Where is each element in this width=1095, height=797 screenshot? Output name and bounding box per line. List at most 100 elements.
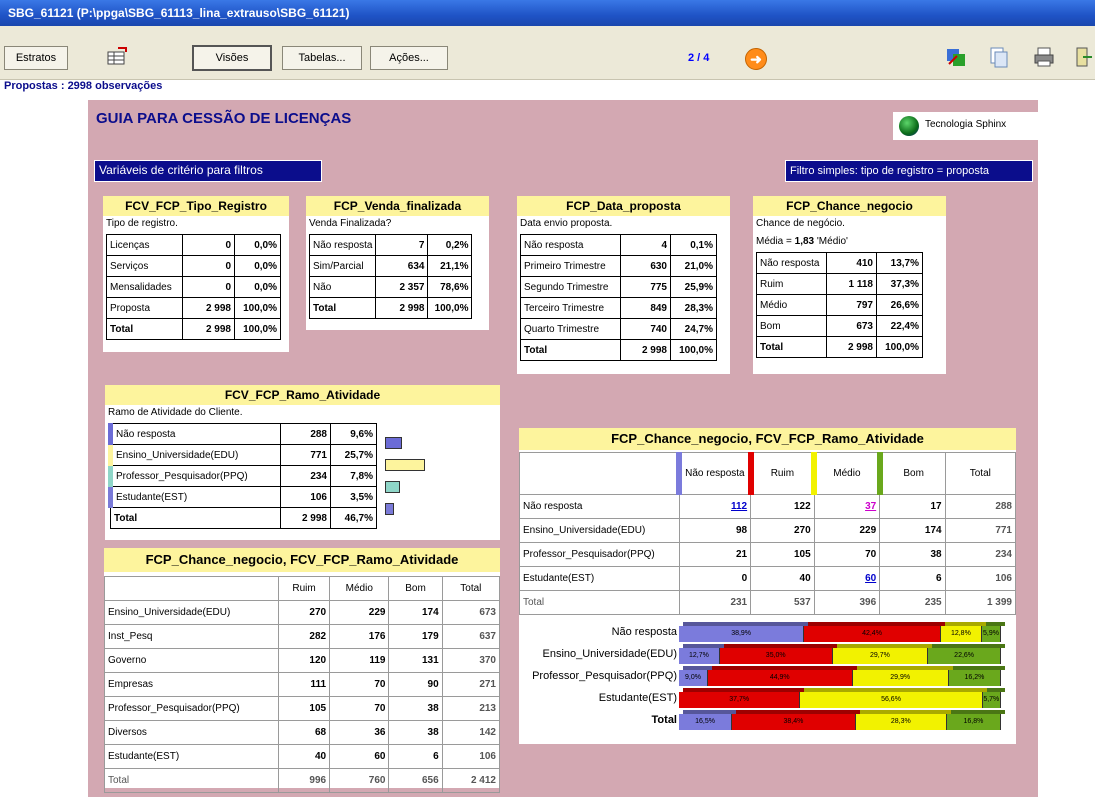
next-page-icon[interactable]: ➜ <box>745 48 767 70</box>
table-row: Segundo Trimestre 775 25,9% <box>520 276 717 298</box>
ramo-bar <box>385 503 394 515</box>
panel-title: FCP_Chance_negocio <box>753 196 946 216</box>
table-cell: 174 <box>388 600 443 625</box>
table-row: Empresas 111 70 90 271 <box>104 672 501 697</box>
table-cell: 4 <box>620 234 671 256</box>
table-cell: 634 <box>375 255 429 277</box>
bar-segment-top <box>736 710 860 714</box>
table-cell: Diversos <box>104 720 279 745</box>
table-cell: 234 <box>944 542 1017 567</box>
copy-icon[interactable] <box>988 46 1010 68</box>
table-cell: 0,0% <box>234 255 281 277</box>
table-cell: 78,6% <box>427 276 473 298</box>
cell-value: 0 <box>741 573 748 584</box>
table-cell: 142 <box>441 720 501 745</box>
cell-value: 105 <box>793 549 811 560</box>
ramo-bar <box>385 437 403 449</box>
table-cell: 24,7% <box>670 318 717 340</box>
table-cell: 60 <box>329 744 390 769</box>
observations-count: Propostas : 2998 observações <box>4 80 163 92</box>
cell-value: Não resposta <box>523 501 583 512</box>
bar-segment: 9,0% <box>679 670 708 686</box>
filter-label: Filtro simples: tipo de registro = propo… <box>785 160 1033 182</box>
table-cell: 231 <box>678 590 752 615</box>
table-cell: 17 <box>879 494 946 519</box>
table-cell: Licenças <box>106 234 183 256</box>
table-cell: 213 <box>441 696 501 721</box>
table-cell: Total <box>106 318 183 340</box>
column-header: Não resposta <box>676 452 752 495</box>
table-cell: Primeiro Trimestre <box>520 255 621 277</box>
table-cell: 70 <box>813 542 881 567</box>
table-cell: 0 <box>678 566 752 591</box>
bar-segment-top <box>683 644 724 648</box>
page-title: GUIA PARA CESSÃO DE LICENÇAS <box>96 110 352 127</box>
cell-value: 537 <box>793 597 811 608</box>
exit-icon[interactable] <box>1075 46 1093 68</box>
bar-segment-top <box>856 666 953 670</box>
table-cell: 0,0% <box>234 234 281 256</box>
cell-value[interactable]: 60 <box>865 573 876 584</box>
table-row: Total 2 998 100,0% <box>520 339 717 361</box>
table-cell: Estudante(EST) <box>519 566 680 591</box>
table-cell: 229 <box>329 600 390 625</box>
acoes-button[interactable]: Ações... <box>370 46 448 70</box>
mean-line: Média = 1,83 'Médio' <box>756 236 848 247</box>
bar-segment: 16,5% <box>679 714 733 730</box>
table-cell: 131 <box>388 648 443 673</box>
bar-segment-top <box>950 710 1005 714</box>
table-cell: Ruim <box>756 273 827 295</box>
table-cell: 396 <box>813 590 881 615</box>
criteria-label: Variáveis de critério para filtros <box>94 160 322 182</box>
table-cell: Serviços <box>106 255 183 277</box>
column-header: Ruim <box>747 452 815 495</box>
bar-segment: 56,6% <box>800 692 983 708</box>
table-cell: Total <box>756 336 827 358</box>
cell-value: 288 <box>995 501 1012 512</box>
table-cell: 22,4% <box>876 315 923 337</box>
table-cell: 40 <box>750 566 815 591</box>
cell-value[interactable]: 112 <box>731 501 747 512</box>
tabelas-button[interactable]: Tabelas... <box>282 46 362 70</box>
table-cell: 21,0% <box>670 255 717 277</box>
print-icon[interactable] <box>1033 46 1055 68</box>
bar-segment-top <box>723 644 837 648</box>
grid-edit-icon[interactable] <box>106 46 128 68</box>
bar-segment: 28,3% <box>855 714 947 730</box>
table-cell: 282 <box>277 624 331 649</box>
table-cell: Professor_Pesquisador(PPQ) <box>519 542 680 567</box>
table-cell: 70 <box>329 696 390 721</box>
export-icon[interactable] <box>945 46 967 68</box>
ramo-bar <box>385 481 400 493</box>
panel-title: FCP_Chance_negocio, FCV_FCP_Ramo_Ativida… <box>519 428 1016 450</box>
table-cell: 106 <box>280 486 331 508</box>
frequency-table: Licenças 0 0,0% Serviços 0 0,0% Mensalidades 0 0… <box>106 234 281 340</box>
estratos-button[interactable]: Estratos <box>4 46 68 70</box>
table-cell: Ensino_Universidade(EDU) <box>108 444 281 466</box>
table-cell: 537 <box>750 590 815 615</box>
table-row: Ensino_Universidade(EDU) 771 25,7% <box>108 444 377 466</box>
crosstab-table: Não resposta Ruim Médio Bom Total Não respost… <box>519 452 1017 615</box>
table-cell: 849 <box>620 297 671 319</box>
cell-value: 106 <box>995 573 1012 584</box>
table-cell: Total <box>308 297 377 319</box>
bar-label: Professor_Pesquisador(PPQ) <box>532 670 677 682</box>
stacked-bar-chart: Não resposta 38,9% 42,4% 12,8% 5,9% Ensino_Un… <box>519 618 1016 738</box>
table-cell: Não resposta <box>519 494 680 519</box>
bar-segment: 5,7% <box>982 692 1001 708</box>
table-row: Sim/Parcial 634 21,1% <box>308 255 473 277</box>
table-cell: 2 998 <box>182 318 235 340</box>
bar-segment: 16,2% <box>948 670 1001 686</box>
frequency-table: Não resposta 4 0,1% Primeiro Trimestre 630 21… <box>520 234 717 361</box>
table-cell: 25,9% <box>670 276 717 298</box>
cell-value: 122 <box>793 501 811 512</box>
table-cell: 771 <box>944 518 1017 543</box>
cell-value: 21 <box>736 549 748 560</box>
table-cell: Segundo Trimestre <box>520 276 621 298</box>
cell-value[interactable]: 37 <box>865 501 876 512</box>
visoes-button[interactable]: Visões <box>192 45 272 71</box>
table-cell: 28,3% <box>670 297 717 319</box>
frequency-table: Não resposta 410 13,7% Ruim 1 118 37,3% Médio 7… <box>756 252 923 358</box>
bar-segment-top <box>836 644 933 648</box>
table-cell: 106 <box>441 744 501 769</box>
